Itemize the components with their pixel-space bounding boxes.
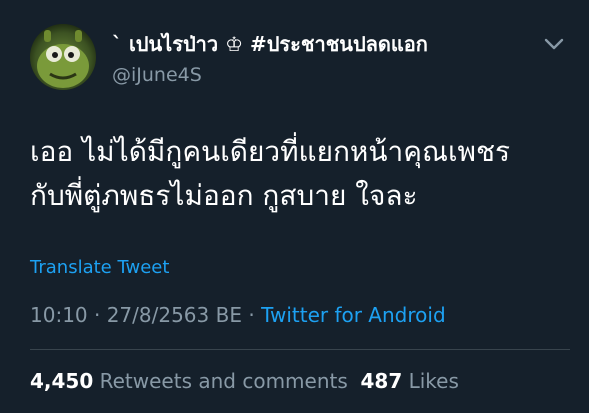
tweet-menu-button[interactable] [541,34,567,54]
tweet-timestamp[interactable]: 10:10 · 27/8/2563 BE [30,303,242,327]
likes-label: Likes [408,369,459,393]
chevron-down-icon [544,38,564,50]
author-handle[interactable]: @iJune4S [112,62,202,88]
tweet-card: ` เปนไรป่าว ♔ #ประชาชนปลดแอก @iJune4S เอ… [0,0,589,413]
tweet-text-line: เออ ไม่ได้มีกูคนเดียวที่แยกหน้าคุณเพชร [30,135,511,168]
divider [30,349,570,350]
tweet-text: เออ ไม่ได้มีกูคนเดียวที่แยกหน้าคุณเพชร ก… [30,130,570,218]
retweets-label: Retweets and comments [99,369,348,393]
meta-separator: · [241,303,262,327]
author-display-name[interactable]: ` เปนไรป่าว ♔ #ประชาชนปลดแอก [112,30,428,58]
tweet-meta: 10:10 · 27/8/2563 BE · Twitter for Andro… [30,300,446,330]
retweets-stat[interactable]: 4,450 Retweets and comments [30,369,348,393]
tweet-source-link[interactable]: Twitter for Android [261,303,446,327]
green-monster-avatar-icon [30,24,96,90]
translate-tweet-link[interactable]: Translate Tweet [30,256,169,280]
tweet-stats: 4,450 Retweets and comments 487 Likes [30,366,459,396]
retweets-count: 4,450 [30,369,94,393]
avatar[interactable] [30,24,96,90]
tweet-text-line: กับพี่ตู่ภพธรไม่ออก กูสบาย ใจละ [30,179,418,212]
likes-stat[interactable]: 487 Likes [361,369,459,393]
likes-count: 487 [360,369,403,393]
